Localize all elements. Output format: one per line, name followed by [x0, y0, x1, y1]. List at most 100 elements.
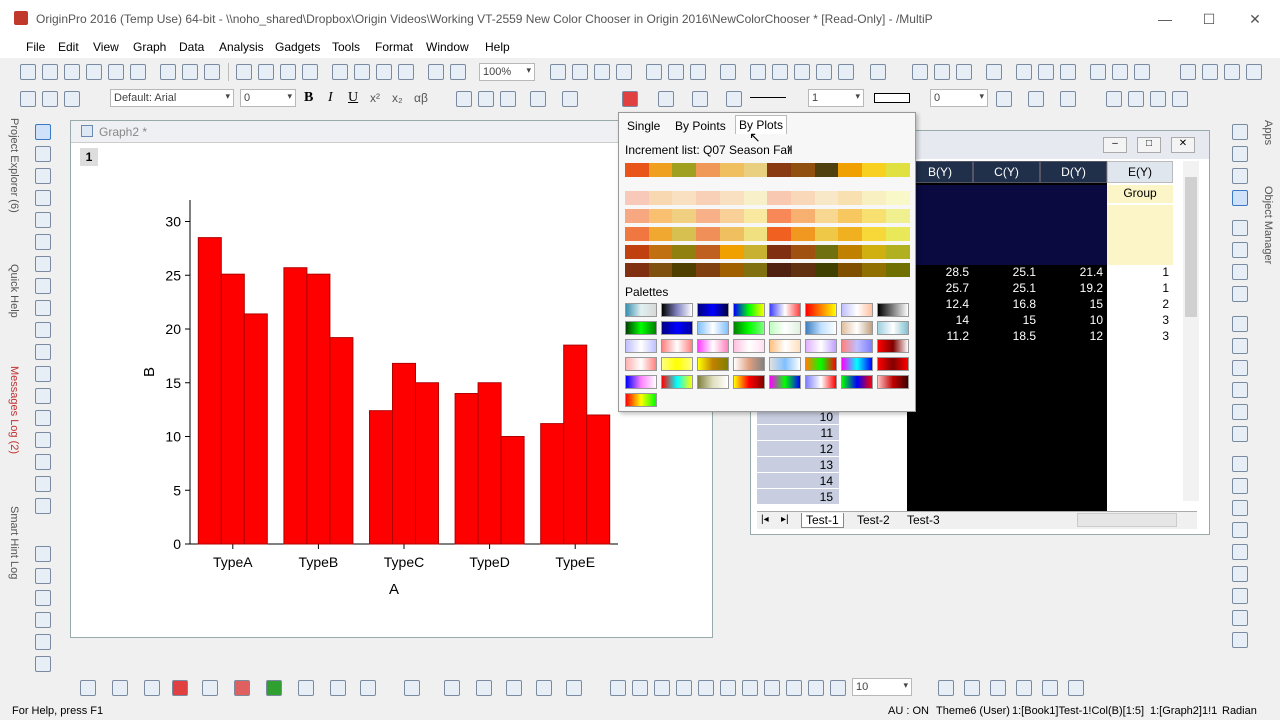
palette-swatch[interactable] — [769, 357, 801, 371]
palette-swatch[interactable] — [841, 321, 873, 335]
palette-swatch[interactable] — [769, 339, 801, 353]
color-swatch[interactable] — [790, 209, 816, 223]
palette-swatch[interactable] — [733, 339, 765, 353]
panel-1-icon[interactable] — [1232, 456, 1248, 472]
smart-hint-log-tab[interactable]: Smart Hint Log — [8, 506, 20, 579]
surface-plot-icon[interactable] — [444, 680, 460, 696]
template-5-icon[interactable] — [698, 680, 714, 696]
color-swatch[interactable] — [719, 245, 744, 259]
table-cell[interactable]: 2 — [1107, 296, 1173, 312]
row-stats-icon[interactable] — [1038, 64, 1054, 80]
menu-graph[interactable]: Graph — [133, 40, 166, 54]
row-number[interactable]: 11 — [757, 425, 839, 441]
template-9-icon[interactable] — [786, 680, 802, 696]
color-swatch[interactable] — [814, 191, 839, 205]
palette-swatch[interactable] — [661, 303, 693, 317]
color-swatch[interactable] — [862, 191, 887, 205]
grid-plot-icon[interactable] — [506, 680, 522, 696]
insert-equation-icon[interactable] — [35, 476, 51, 492]
column-plot-icon[interactable] — [172, 680, 188, 696]
col-header-d[interactable]: D(Y) — [1040, 161, 1107, 183]
paste-icon[interactable] — [64, 91, 80, 107]
pattern-icon[interactable] — [658, 91, 674, 107]
table-cell[interactable]: 1 — [1107, 280, 1173, 296]
add-date-icon[interactable] — [816, 64, 832, 80]
image-plot-icon[interactable] — [566, 680, 582, 696]
filter-icon[interactable] — [1090, 64, 1106, 80]
table-cell[interactable]: 14 — [907, 312, 973, 328]
copy-page-icon[interactable] — [572, 64, 588, 80]
color-swatch[interactable] — [672, 263, 697, 277]
menu-data[interactable]: Data — [179, 40, 204, 54]
import-excel-icon[interactable] — [376, 64, 392, 80]
layer-1-icon[interactable] — [938, 680, 954, 696]
palette-swatch[interactable] — [697, 375, 729, 389]
panel-5-icon[interactable] — [1232, 544, 1248, 560]
3d-plot-icon[interactable] — [360, 680, 376, 696]
sort-desc-icon[interactable] — [956, 64, 972, 80]
layer-2-icon[interactable] — [964, 680, 980, 696]
bold-button[interactable]: B — [304, 90, 313, 106]
wire-plot-icon[interactable] — [476, 680, 492, 696]
color-swatch[interactable] — [790, 263, 816, 277]
palette-swatch[interactable] — [625, 321, 657, 335]
color-swatch[interactable] — [767, 191, 792, 205]
color-swatch[interactable] — [862, 245, 887, 259]
text-tool-icon[interactable] — [35, 322, 51, 338]
table-cell[interactable]: 3 — [1107, 312, 1173, 328]
gadget-icon[interactable] — [35, 546, 51, 562]
table-cell[interactable]: 19.2 — [1040, 280, 1107, 296]
quick-help-tab[interactable]: Quick Help — [8, 264, 20, 318]
save-template-icon[interactable] — [302, 64, 318, 80]
row-number[interactable]: 14 — [757, 473, 839, 489]
row-number[interactable]: 15 — [757, 489, 839, 505]
font-size-select[interactable]: 0 ▾ — [240, 89, 296, 107]
arrow-tool-icon[interactable] — [35, 344, 51, 360]
color-swatch[interactable] — [885, 191, 910, 205]
template-10-icon[interactable] — [808, 680, 824, 696]
table-cell[interactable]: 3 — [1107, 328, 1173, 344]
wb-vertical-scrollbar[interactable] — [1183, 161, 1199, 501]
palette-swatch[interactable] — [841, 357, 873, 371]
increase-width-icon[interactable] — [1128, 91, 1144, 107]
app-4-icon[interactable] — [1232, 190, 1248, 206]
import-ascii-icon[interactable] — [398, 64, 414, 80]
color-swatch[interactable] — [696, 191, 721, 205]
color-swatch[interactable] — [625, 191, 650, 205]
area-plot-icon[interactable] — [266, 680, 282, 696]
matrix-plot-icon[interactable] — [536, 680, 552, 696]
table-cell[interactable]: 18.5 — [973, 328, 1040, 344]
menu-help[interactable]: Help — [485, 40, 510, 54]
template-8-icon[interactable] — [764, 680, 780, 696]
menu-view[interactable]: View — [93, 40, 119, 54]
layer-5-icon[interactable] — [1042, 680, 1058, 696]
sheet-tab-test-3[interactable]: Test-3 — [903, 513, 944, 527]
line-style-preview[interactable] — [750, 97, 786, 98]
palette-swatch[interactable] — [805, 303, 837, 317]
color-swatch[interactable] — [767, 209, 792, 223]
panel-6-icon[interactable] — [1232, 566, 1248, 582]
graph-page[interactable]: 1 0 5 10 15 20 25 30 TypeA TypeB TypeC TypeD TypeE A… — [78, 145, 710, 630]
palette-swatch[interactable] — [625, 339, 657, 353]
underline-button[interactable]: U — [348, 90, 358, 106]
clear-filter-icon[interactable] — [1112, 64, 1128, 80]
copy-icon[interactable] — [42, 91, 58, 107]
palette-swatch[interactable] — [877, 375, 909, 389]
decrease-width-icon[interactable] — [1150, 91, 1166, 107]
font-select[interactable]: Default: Arial ▾ — [110, 89, 234, 107]
scrollbar-thumb[interactable] — [1185, 177, 1197, 317]
set-x-icon[interactable] — [1180, 64, 1196, 80]
color-swatch[interactable] — [672, 163, 697, 177]
menu-format[interactable]: Format — [375, 40, 413, 54]
table-cell[interactable]: 15 — [973, 312, 1040, 328]
open-icon[interactable] — [236, 64, 252, 80]
close-icon[interactable]: ✕ — [1240, 8, 1270, 30]
new-project-icon[interactable] — [20, 64, 36, 80]
col-header-b[interactable]: B(Y) — [907, 161, 973, 183]
app-1-icon[interactable] — [1232, 124, 1248, 140]
spark-icon[interactable] — [35, 612, 51, 628]
sheet-tab-test-1[interactable]: Test-1 — [801, 513, 844, 528]
line-plot-icon[interactable] — [80, 680, 96, 696]
color-swatch[interactable] — [719, 209, 744, 223]
panel-8-icon[interactable] — [1232, 610, 1248, 626]
